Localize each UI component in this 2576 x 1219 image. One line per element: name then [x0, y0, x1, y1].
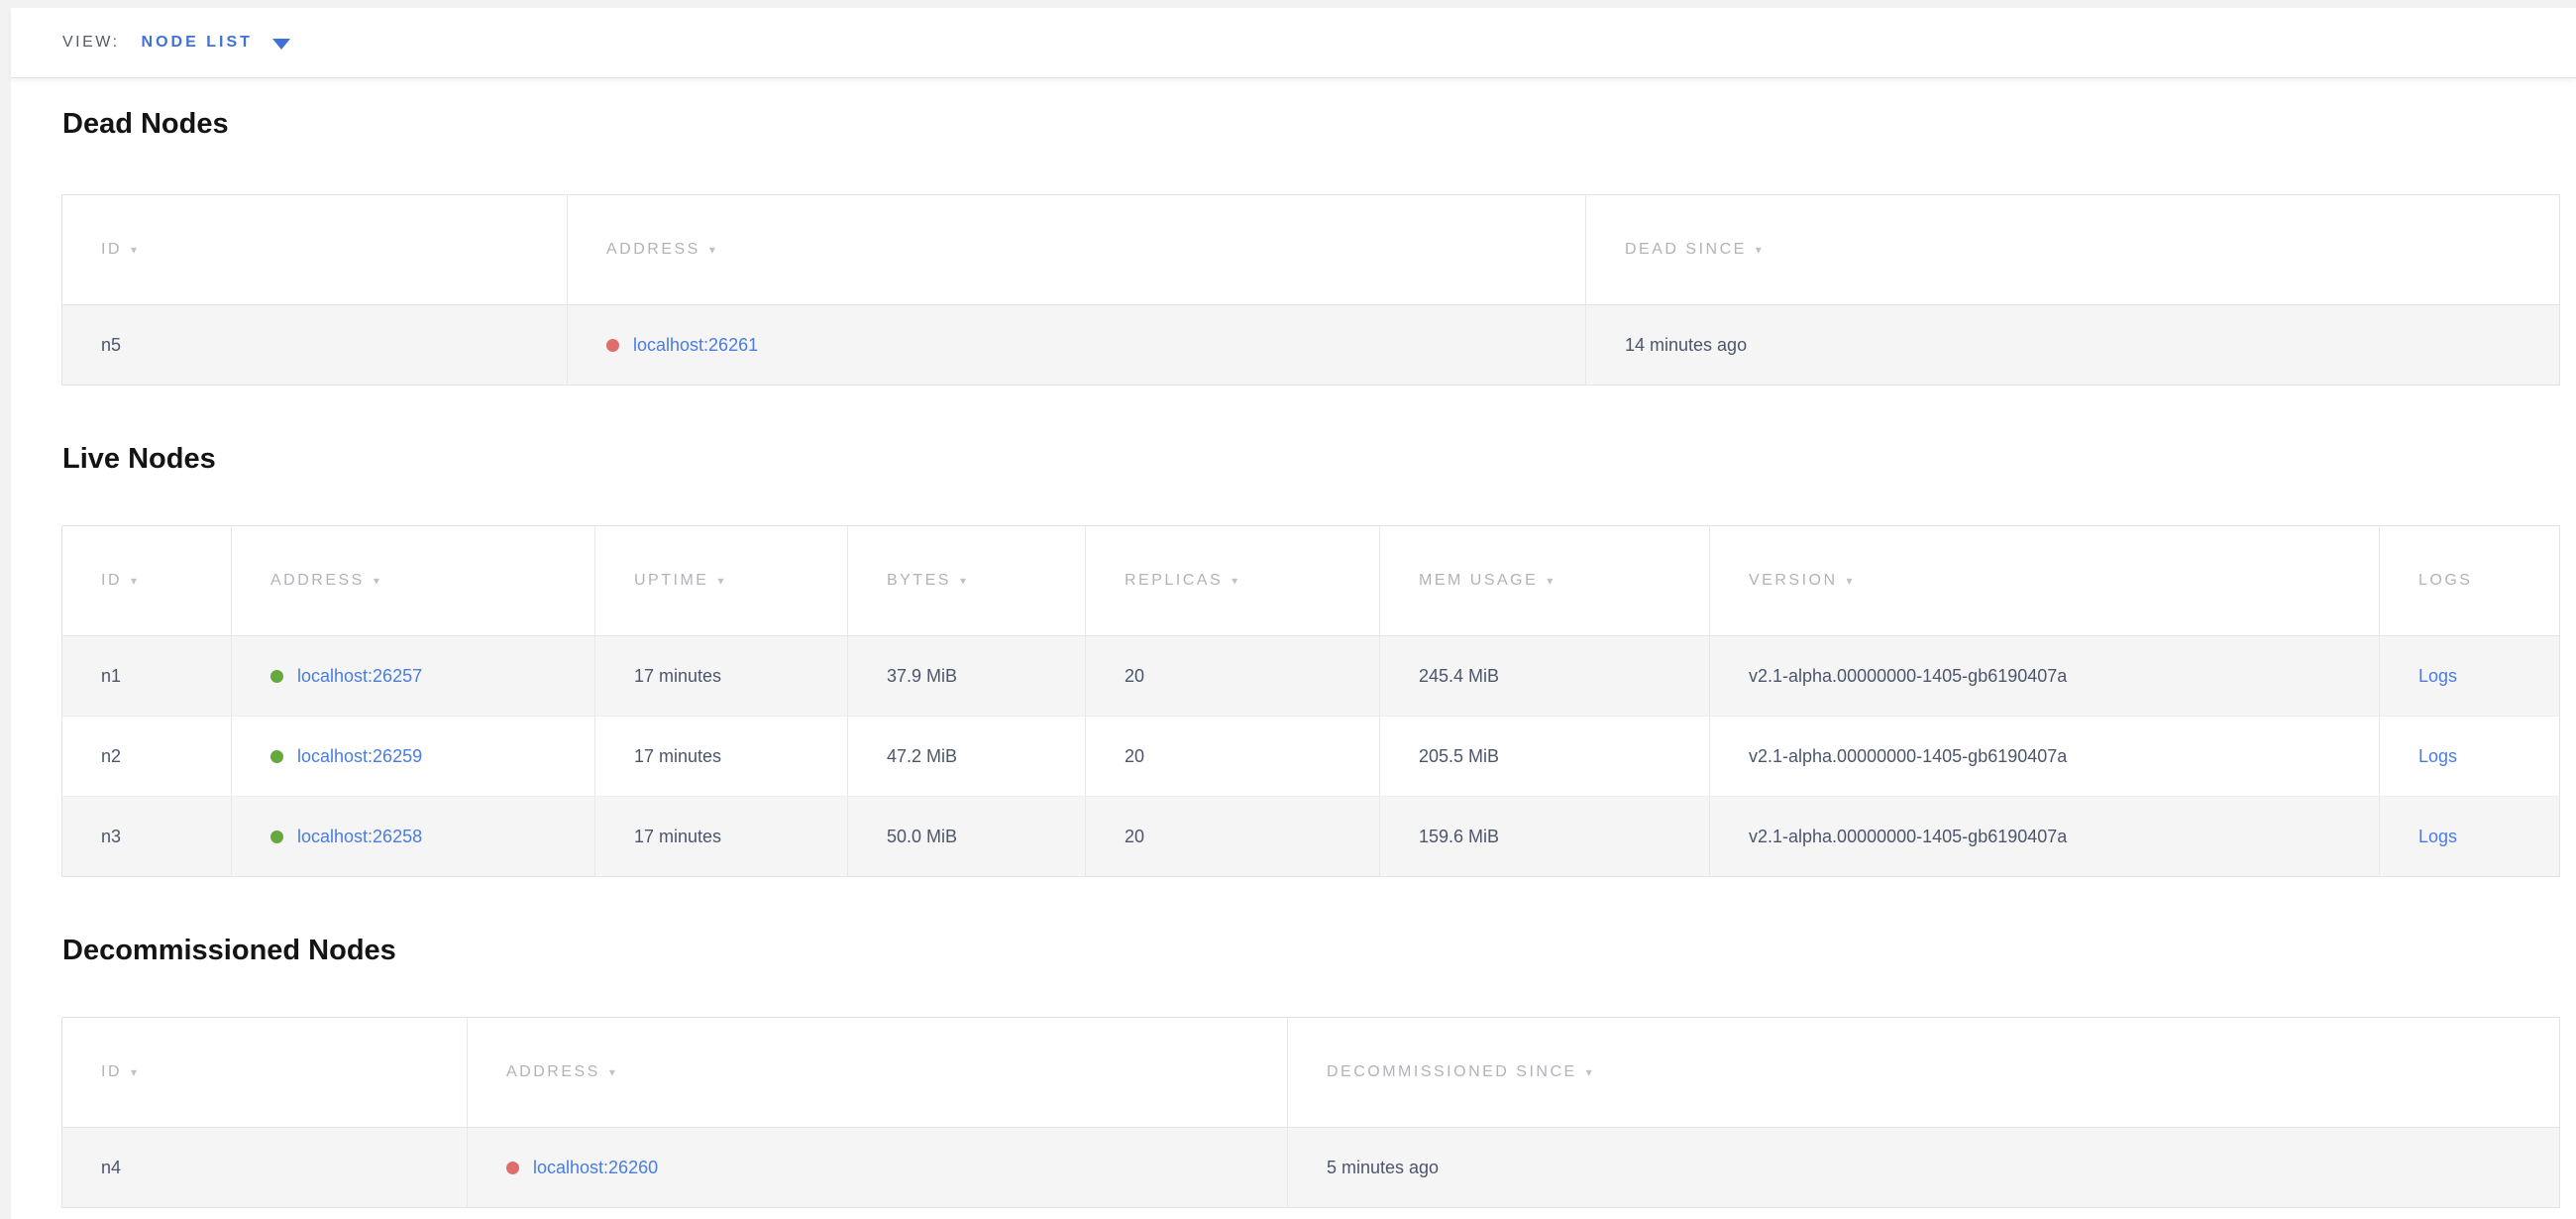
cell-node-address: localhost:26259	[232, 717, 595, 797]
view-dropdown[interactable]: NODE LIST	[142, 34, 290, 52]
cell-uptime: 17 minutes	[595, 797, 848, 877]
decommissioned-nodes-table: ID▾ ADDRESS▾ DECOMMISSIONED SINCE▾ n4 lo…	[61, 1017, 2560, 1208]
cell-node-address: localhost:26258	[232, 797, 595, 877]
column-header-bytes[interactable]: BYTES▾	[848, 526, 1086, 636]
node-status-dot-live-icon	[270, 750, 283, 763]
sort-arrow-icon: ▾	[1232, 574, 1237, 588]
cell-node-id: n3	[62, 797, 232, 877]
cell-decommissioned-since: 5 minutes ago	[1288, 1128, 2560, 1208]
node-status-dot-live-icon	[270, 831, 283, 843]
cell-replicas: 20	[1086, 717, 1380, 797]
table-header-row: ID▾ ADDRESS▾ DEAD SINCE▾	[62, 195, 2560, 305]
node-address-link[interactable]: localhost:26260	[533, 1158, 658, 1177]
cell-version: v2.1-alpha.00000000-1405-gb6190407a	[1710, 797, 2380, 877]
sort-arrow-icon: ▾	[131, 243, 137, 257]
page-surface: VIEW: NODE LIST Dead Nodes ID▾ ADDRESS▾	[11, 8, 2576, 1219]
column-header-version[interactable]: VERSION▾	[1710, 526, 2380, 636]
cell-mem-usage: 159.6 MiB	[1380, 797, 1710, 877]
cell-node-address: localhost:26257	[232, 636, 595, 717]
dropdown-arrow-icon	[272, 39, 290, 50]
dead-nodes-table: ID▾ ADDRESS▾ DEAD SINCE▾ n5 localhost:26…	[61, 194, 2560, 386]
cell-node-address: localhost:26260	[468, 1128, 1288, 1208]
cell-logs: Logs	[2380, 717, 2560, 797]
column-header-logs: LOGS	[2380, 526, 2560, 636]
cell-bytes: 47.2 MiB	[848, 717, 1086, 797]
cell-uptime: 17 minutes	[595, 717, 848, 797]
sort-arrow-icon: ▾	[717, 574, 723, 588]
logs-link[interactable]: Logs	[2418, 666, 2457, 686]
node-status-dot-dead-icon	[506, 1162, 519, 1174]
view-dropdown-value[interactable]: NODE LIST	[142, 34, 253, 52]
node-address-link[interactable]: localhost:26258	[297, 827, 422, 846]
cell-version: v2.1-alpha.00000000-1405-gb6190407a	[1710, 636, 2380, 717]
live-nodes-table: ID▾ ADDRESS▾ UPTIME▾ BYTES▾ REPLICAS▾	[61, 525, 2560, 877]
dead-nodes-title: Dead Nodes	[62, 105, 2576, 143]
live-nodes-title: Live Nodes	[62, 440, 2576, 478]
cell-bytes: 50.0 MiB	[848, 797, 1086, 877]
view-label: VIEW:	[62, 34, 120, 52]
node-address-link[interactable]: localhost:26259	[297, 746, 422, 766]
cell-logs: Logs	[2380, 636, 2560, 717]
decommissioned-nodes-title: Decommissioned Nodes	[62, 932, 2576, 969]
cell-replicas: 20	[1086, 797, 1380, 877]
sort-arrow-icon: ▾	[1547, 574, 1553, 588]
table-header-row: ID▾ ADDRESS▾ UPTIME▾ BYTES▾ REPLICAS▾	[62, 526, 2560, 636]
cell-node-address: localhost:26261	[568, 305, 1586, 386]
column-header-id[interactable]: ID▾	[62, 526, 232, 636]
table-row: n1 localhost:26257 17 minutes 37.9 MiB 2…	[62, 636, 2560, 717]
sort-arrow-icon: ▾	[374, 574, 379, 588]
sort-arrow-icon: ▾	[131, 574, 137, 588]
sort-arrow-icon: ▾	[960, 574, 966, 588]
node-status-dot-live-icon	[270, 670, 283, 683]
column-header-address[interactable]: ADDRESS▾	[568, 195, 1586, 305]
cell-logs: Logs	[2380, 797, 2560, 877]
column-header-mem-usage[interactable]: MEM USAGE▾	[1380, 526, 1710, 636]
sort-arrow-icon: ▾	[131, 1065, 137, 1079]
table-row: n4 localhost:26260 5 minutes ago	[62, 1128, 2560, 1208]
cell-mem-usage: 245.4 MiB	[1380, 636, 1710, 717]
column-header-decommissioned-since[interactable]: DECOMMISSIONED SINCE▾	[1288, 1018, 2560, 1128]
table-row: n5 localhost:26261 14 minutes ago	[62, 305, 2560, 386]
column-header-address[interactable]: ADDRESS▾	[468, 1018, 1288, 1128]
column-header-dead-since[interactable]: DEAD SINCE▾	[1586, 195, 2560, 305]
cell-replicas: 20	[1086, 636, 1380, 717]
table-row: n3 localhost:26258 17 minutes 50.0 MiB 2…	[62, 797, 2560, 877]
sort-arrow-icon: ▾	[609, 1065, 615, 1079]
sort-arrow-icon: ▾	[1756, 243, 1762, 257]
sort-arrow-icon: ▾	[1847, 574, 1853, 588]
column-header-id[interactable]: ID▾	[62, 195, 568, 305]
view-toolbar: VIEW: NODE LIST	[11, 8, 2576, 78]
column-header-id[interactable]: ID▾	[62, 1018, 468, 1128]
sort-arrow-icon: ▾	[1586, 1065, 1592, 1079]
cell-node-id: n5	[62, 305, 568, 386]
sort-arrow-icon: ▾	[709, 243, 715, 257]
logs-link[interactable]: Logs	[2418, 746, 2457, 766]
cell-dead-since: 14 minutes ago	[1586, 305, 2560, 386]
table-row: n2 localhost:26259 17 minutes 47.2 MiB 2…	[62, 717, 2560, 797]
column-header-replicas[interactable]: REPLICAS▾	[1086, 526, 1380, 636]
cell-uptime: 17 minutes	[595, 636, 848, 717]
node-address-link[interactable]: localhost:26257	[297, 666, 422, 686]
table-header-row: ID▾ ADDRESS▾ DECOMMISSIONED SINCE▾	[62, 1018, 2560, 1128]
column-header-address[interactable]: ADDRESS▾	[232, 526, 595, 636]
cell-version: v2.1-alpha.00000000-1405-gb6190407a	[1710, 717, 2380, 797]
cell-node-id: n1	[62, 636, 232, 717]
cell-bytes: 37.9 MiB	[848, 636, 1086, 717]
node-address-link[interactable]: localhost:26261	[633, 335, 758, 355]
cell-node-id: n2	[62, 717, 232, 797]
logs-link[interactable]: Logs	[2418, 827, 2457, 846]
column-header-uptime[interactable]: UPTIME▾	[595, 526, 848, 636]
cell-node-id: n4	[62, 1128, 468, 1208]
cell-mem-usage: 205.5 MiB	[1380, 717, 1710, 797]
node-status-dot-dead-icon	[606, 339, 619, 352]
node-list-page: Dead Nodes ID▾ ADDRESS▾ DEAD SINCE▾	[11, 105, 2576, 1208]
